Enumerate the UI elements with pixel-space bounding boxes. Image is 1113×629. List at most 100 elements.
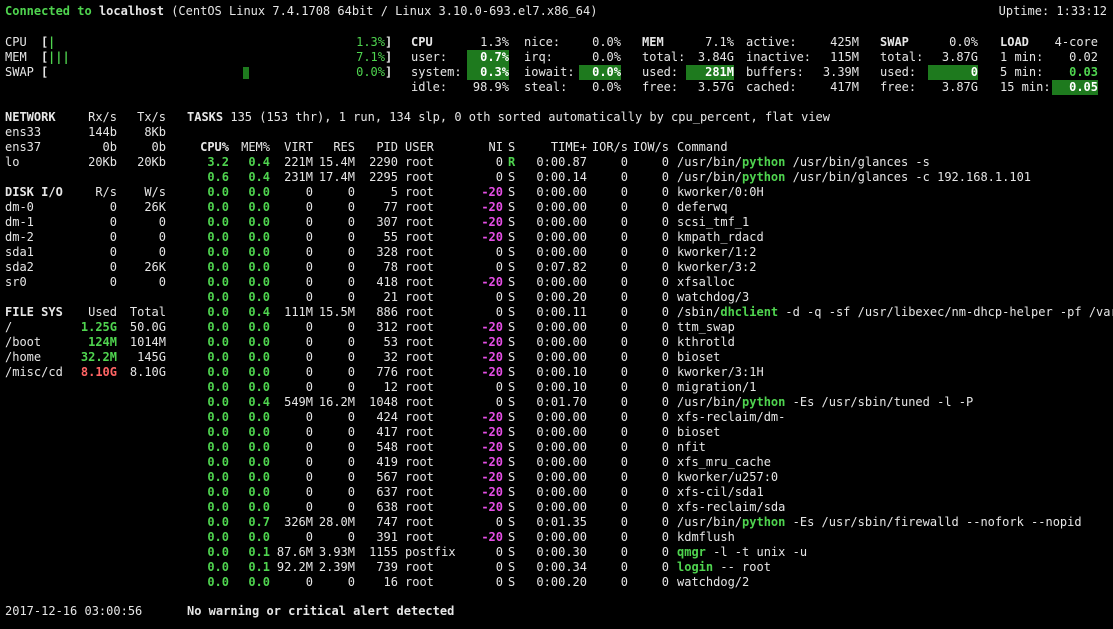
process-row[interactable]: 0.0 0.0 0 0 638 root -20 S 0:00.00 0 0 xfs-reclaim/… bbox=[187, 500, 1107, 515]
command-path: xfs-cil/sda1 bbox=[677, 485, 764, 499]
process-row[interactable]: 0.0 0.0 0 0 5 root -20 S 0:00.00 0 0 kworker/0:0H bbox=[187, 185, 1107, 200]
process-pid: 419 bbox=[376, 455, 398, 469]
process-user: root bbox=[405, 470, 434, 484]
process-row[interactable]: 0.0 0.0 0 0 55 root -20 S 0:00.00 0 0 kmpath_rdacd bbox=[187, 230, 1107, 245]
mem-row: total: 3.84G inactive: 115M bbox=[642, 50, 862, 65]
process-mem: 0.0 bbox=[248, 470, 270, 484]
diskio-device: dm-2 bbox=[5, 230, 34, 244]
process-row[interactable]: 0.6 0.4 231M 17.4M 2295 root 0 S 0:00.14 0 0/usr/b… bbox=[187, 170, 1107, 185]
quicklook-bracket-close: ] bbox=[385, 50, 393, 64]
network-tx: 8Kb bbox=[144, 125, 166, 139]
process-virt: 0 bbox=[305, 425, 313, 439]
process-mem: 0.0 bbox=[248, 425, 270, 439]
process-command: /usr/bin/python -Es /usr/sbin/firewalld … bbox=[677, 515, 1082, 530]
process-row[interactable]: 0.0 0.0 0 0 417 root -20 S 0:00.00 0 0 bioset bbox=[187, 425, 1107, 440]
process-time: 0:01.35 bbox=[536, 515, 587, 529]
process-res: 28.0M bbox=[318, 515, 355, 529]
process-row[interactable]: 0.0 0.0 0 0 77 root -20 S 0:00.00 0 0 deferwq bbox=[187, 200, 1107, 215]
process-row[interactable]: 0.0 0.0 0 0 391 root -20 S 0:00.00 0 0 kdmflush bbox=[187, 530, 1107, 545]
process-iow: 0 bbox=[661, 380, 669, 394]
process-nice: 0 bbox=[495, 380, 503, 394]
process-command: bioset bbox=[677, 425, 720, 440]
process-row[interactable]: 0.0 0.7 326M 28.0M 747 root 0 S 0:01.35 0 0/usr/bi… bbox=[187, 515, 1107, 530]
process-time: 0:00.00 bbox=[536, 500, 587, 514]
command-name: python bbox=[742, 155, 786, 169]
process-cpu: 0.0 bbox=[207, 245, 229, 259]
process-command: kworker/3:1H bbox=[677, 365, 764, 380]
command-path: kmpath_rdacd bbox=[677, 230, 764, 244]
command-path: xfs-reclaim/sda bbox=[677, 500, 786, 514]
process-status: S bbox=[508, 410, 516, 424]
process-mem: 0.0 bbox=[248, 440, 270, 454]
diskio-read: 0 bbox=[109, 260, 117, 274]
process-nice: 0 bbox=[495, 395, 503, 409]
process-row[interactable]: 0.0 0.4 549M 16.2M 1048 root 0 S 0:01.70 0 0/usr/b… bbox=[187, 395, 1107, 410]
process-status: S bbox=[508, 245, 516, 259]
mem-stat-label: inactive: bbox=[746, 50, 812, 64]
cpu-stat-label: idle: bbox=[411, 80, 448, 94]
process-cpu: 0.0 bbox=[207, 335, 229, 349]
process-row[interactable]: 0.0 0.0 0 0 312 root -20 S 0:00.00 0 0 ttm_swap bbox=[187, 320, 1107, 335]
filesystem-used: 32.2M bbox=[80, 350, 117, 364]
diskio-read: 0 bbox=[109, 230, 117, 244]
process-nice: -20 bbox=[481, 275, 503, 289]
process-ior: 0 bbox=[620, 335, 628, 349]
process-row[interactable]: 0.0 0.0 0 0 53 root -20 S 0:00.00 0 0 kthrotld bbox=[187, 335, 1107, 350]
process-row[interactable]: 0.0 0.0 0 0 424 root -20 S 0:00.00 0 0 xfs-reclaim/… bbox=[187, 410, 1107, 425]
process-row[interactable]: 0.0 0.0 0 0 419 root -20 S 0:00.00 0 0 xfs_mru_cach… bbox=[187, 455, 1107, 470]
process-virt: 0 bbox=[305, 290, 313, 304]
process-ior: 0 bbox=[620, 185, 628, 199]
diskio-w-label: W/s bbox=[144, 185, 166, 199]
mem-stat-value: 3.39M bbox=[822, 65, 859, 79]
process-row[interactable]: 0.0 0.0 0 0 12 root 0 S 0:00.10 0 0 migration/1 bbox=[187, 380, 1107, 395]
process-row[interactable]: 3.2 0.4 221M 15.4M 2290 root 0 R 0:00.87 0 0/usr/b… bbox=[187, 155, 1107, 170]
process-virt: 326M bbox=[284, 515, 313, 529]
process-list[interactable]: CPU% MEM% VIRT RES PID USER NI S TIME+ IOR/s IOW/s… bbox=[187, 140, 1113, 590]
process-row[interactable]: 0.0 0.0 0 0 78 root 0 S 0:07.82 0 0 kworker/3:2 bbox=[187, 260, 1107, 275]
process-cpu: 0.0 bbox=[207, 185, 229, 199]
process-iow: 0 bbox=[661, 305, 669, 319]
process-row[interactable]: 0.0 0.0 0 0 418 root -20 S 0:00.00 0 0 xfsalloc bbox=[187, 275, 1107, 290]
process-status: S bbox=[508, 425, 516, 439]
header-virt: VIRT bbox=[284, 140, 313, 154]
process-mem: 0.0 bbox=[248, 455, 270, 469]
process-iow: 0 bbox=[661, 230, 669, 244]
process-status: S bbox=[508, 260, 516, 274]
process-time: 0:00.20 bbox=[536, 575, 587, 589]
uptime: Uptime: 1:33:12 bbox=[998, 4, 1107, 18]
process-user: root bbox=[405, 455, 434, 469]
process-row[interactable]: 0.0 0.1 87.6M 3.93M 1155 postfix 0 S 0:00.30 0 0 qm… bbox=[187, 545, 1107, 560]
process-user: root bbox=[405, 230, 434, 244]
header-user: USER bbox=[405, 140, 434, 154]
process-status: S bbox=[508, 485, 516, 499]
process-command: qmgr -l -t unix -u bbox=[677, 545, 807, 560]
process-row[interactable]: 0.0 0.0 0 0 328 root 0 S 0:00.00 0 0 kworker/1:2 bbox=[187, 245, 1107, 260]
filesystem-mount: /misc/cd bbox=[5, 365, 63, 379]
process-row[interactable]: 0.0 0.0 0 0 16 root 0 S 0:00.20 0 0 watchdog/2 bbox=[187, 575, 1107, 590]
process-virt: 92.2M bbox=[276, 560, 313, 574]
process-user: root bbox=[405, 305, 434, 319]
process-res: 0 bbox=[347, 380, 355, 394]
process-cpu: 0.0 bbox=[207, 515, 229, 529]
process-row[interactable]: 0.0 0.0 0 0 21 root 0 S 0:00.20 0 0 watchdog/3 bbox=[187, 290, 1107, 305]
process-row[interactable]: 0.0 0.0 0 0 776 root -20 S 0:00.10 0 0 kworker/3:1H bbox=[187, 365, 1107, 380]
process-pid: 1155 bbox=[369, 545, 398, 559]
process-virt: 0 bbox=[305, 200, 313, 214]
process-mem: 0.0 bbox=[248, 215, 270, 229]
process-row[interactable]: 0.0 0.0 0 0 637 root -20 S 0:00.00 0 0 xfs-cil/sda1 bbox=[187, 485, 1107, 500]
process-virt: 549M bbox=[284, 395, 313, 409]
process-status: S bbox=[508, 335, 516, 349]
process-row[interactable]: 0.0 0.0 0 0 32 root -20 S 0:00.00 0 0 bioset bbox=[187, 350, 1107, 365]
process-row[interactable]: 0.0 0.0 0 0 548 root -20 S 0:00.00 0 0 nfit bbox=[187, 440, 1107, 455]
process-nice: -20 bbox=[481, 215, 503, 229]
process-row[interactable]: 0.0 0.0 0 0 567 root -20 S 0:00.00 0 0 kworker/u257… bbox=[187, 470, 1107, 485]
filesystem-total: 145G bbox=[137, 350, 166, 364]
process-status: S bbox=[508, 530, 516, 544]
process-row[interactable]: 0.0 0.1 92.2M 2.39M 739 root 0 S 0:00.34 0 0 login … bbox=[187, 560, 1107, 575]
process-row[interactable]: 0.0 0.4 111M 15.5M 886 root 0 S 0:00.11 0 0/sbin/d… bbox=[187, 305, 1113, 320]
tasks-summary-text: 135 (153 thr), 1 run, 134 slp, 0 oth sor… bbox=[230, 110, 831, 124]
quicklook-bracket-close: ] bbox=[385, 65, 393, 79]
process-row[interactable]: 0.0 0.0 0 0 307 root -20 S 0:00.00 0 0 scsi_tmf_1 bbox=[187, 215, 1107, 230]
process-iow: 0 bbox=[661, 335, 669, 349]
filesystem-mount: /boot bbox=[5, 335, 42, 349]
